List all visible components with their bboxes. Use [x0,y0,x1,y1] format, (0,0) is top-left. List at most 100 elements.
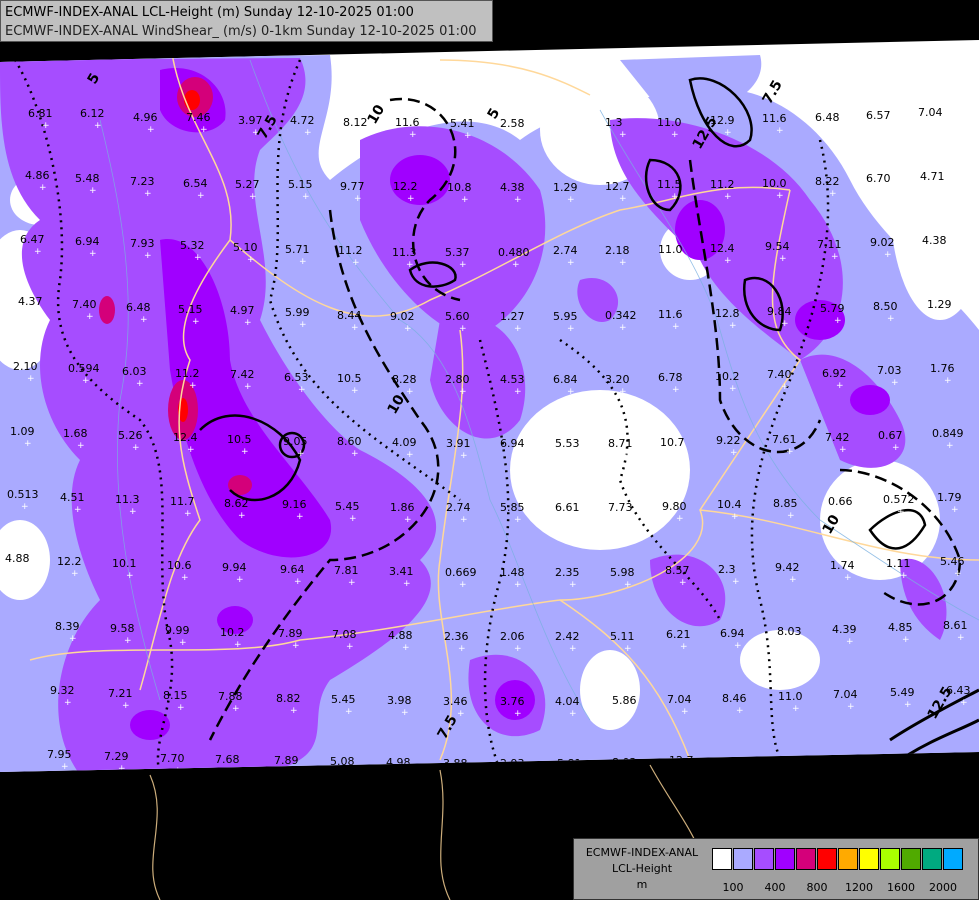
station-marker: + [42,121,50,131]
legend-swatch [817,848,837,870]
station-value: 11.6 [658,308,683,321]
station-marker: + [406,260,414,270]
station-marker: + [567,324,575,334]
station-marker: + [244,382,252,392]
station-value: 5.32 [180,239,205,252]
station-marker: + [294,577,302,587]
station-value: 0.66 [828,495,853,508]
station-marker: + [77,441,85,451]
station-value: 8.85 [773,497,798,510]
station-value: 9.32 [50,684,75,697]
station-marker: + [299,320,307,330]
station-value: 11.0 [658,243,683,256]
station-marker: + [622,451,630,461]
station-marker: + [680,642,688,652]
station-value: 12.7 [605,180,630,193]
station-value: 6.12 [80,107,105,120]
legend-tick: 2000 [929,881,957,894]
weather-map-view: 6.81 +6.12 +4.96 +7.46 +3.97 +4.72 +8.12 +11.6 +… [0,0,979,900]
station-value: 5.45 [331,693,356,706]
station-marker: + [880,186,888,196]
station-value: 8.46 [722,692,747,705]
station-marker: + [951,505,959,515]
station-value: 9.02 [390,310,415,323]
station-value: 4.37 [18,295,43,308]
station-marker: + [249,192,257,202]
station-value: 12.7 [669,754,694,767]
station-marker: + [569,709,577,719]
station-value: 7.68 [215,753,240,766]
station-marker: + [348,578,356,588]
station-marker: + [19,566,27,576]
station-value: 0.67 [878,429,903,442]
station-marker: + [734,641,742,651]
station-value: 12.2 [393,180,418,193]
station-value: 9.80 [662,500,687,513]
station-marker: + [460,451,468,461]
station-value: 7.11 [817,238,842,251]
station-marker: + [351,449,359,459]
station-marker: + [32,309,40,319]
station-marker: + [302,192,310,202]
station-value: 4.88 [5,552,30,565]
station-value: 4.38 [500,181,525,194]
station-marker: + [839,445,847,455]
station-value: 8.61 [943,619,968,632]
station-value: 8.39 [55,620,80,633]
station-marker: + [464,131,472,141]
station-marker: + [624,644,632,654]
station-marker: + [569,451,577,461]
station-value: 8.62 [224,497,249,510]
station-marker: + [457,709,465,719]
station-marker: + [241,447,249,457]
station-marker: + [39,183,47,193]
station-marker: + [184,509,192,519]
station-marker: + [64,698,72,708]
station-value: 3.91 [446,437,471,450]
legend-unit: m [636,878,648,891]
station-marker: + [941,312,949,322]
station-value: 4.38 [922,234,947,247]
station-marker: + [514,387,522,397]
station-marker: + [352,258,360,268]
station-marker: + [887,314,895,324]
station-marker: + [409,130,417,140]
station-value: 2.58 [500,117,525,130]
station-marker: + [934,184,942,194]
station-value: 10.2 [715,370,740,383]
station-marker: + [834,316,842,326]
station-value: 5.48 [75,172,100,185]
station-value: 7.70 [160,752,185,765]
station-value: 7.81 [334,564,359,577]
station-value: 3.76 [500,695,525,708]
station-marker: + [944,376,952,386]
station-value: 4.39 [832,623,857,636]
station-value: 7.29 [104,750,129,763]
station-value: 2.74 [553,244,578,257]
station-value: 5.53 [555,437,580,450]
station-marker: + [897,507,905,517]
station-marker: + [776,191,784,201]
station-value: 4.09 [392,436,417,449]
station-value: 10.5 [227,433,252,446]
legend-title: ECMWF-INDEX-ANAL LCL-Height m [578,845,706,893]
station-marker: + [192,317,200,327]
station-marker: + [672,322,680,332]
station-marker: + [514,324,522,334]
station-value: 8.12 [343,116,368,129]
station-value: 3.98 [387,694,412,707]
station-value: 8.57 [665,564,690,577]
station-value: 0.572 [883,493,915,506]
station-marker: + [514,131,522,141]
station-marker: + [946,441,954,451]
station-marker: + [730,448,738,458]
station-marker: + [936,248,944,258]
station-value: 8.28 [392,373,417,386]
station-marker: + [404,515,412,525]
station-value: 8.50 [873,300,898,313]
station-marker: + [892,443,900,453]
station-value: 4.85 [888,621,913,634]
station-marker: + [177,703,185,713]
station-value: 1.29 [553,181,578,194]
station-marker: + [781,319,789,329]
